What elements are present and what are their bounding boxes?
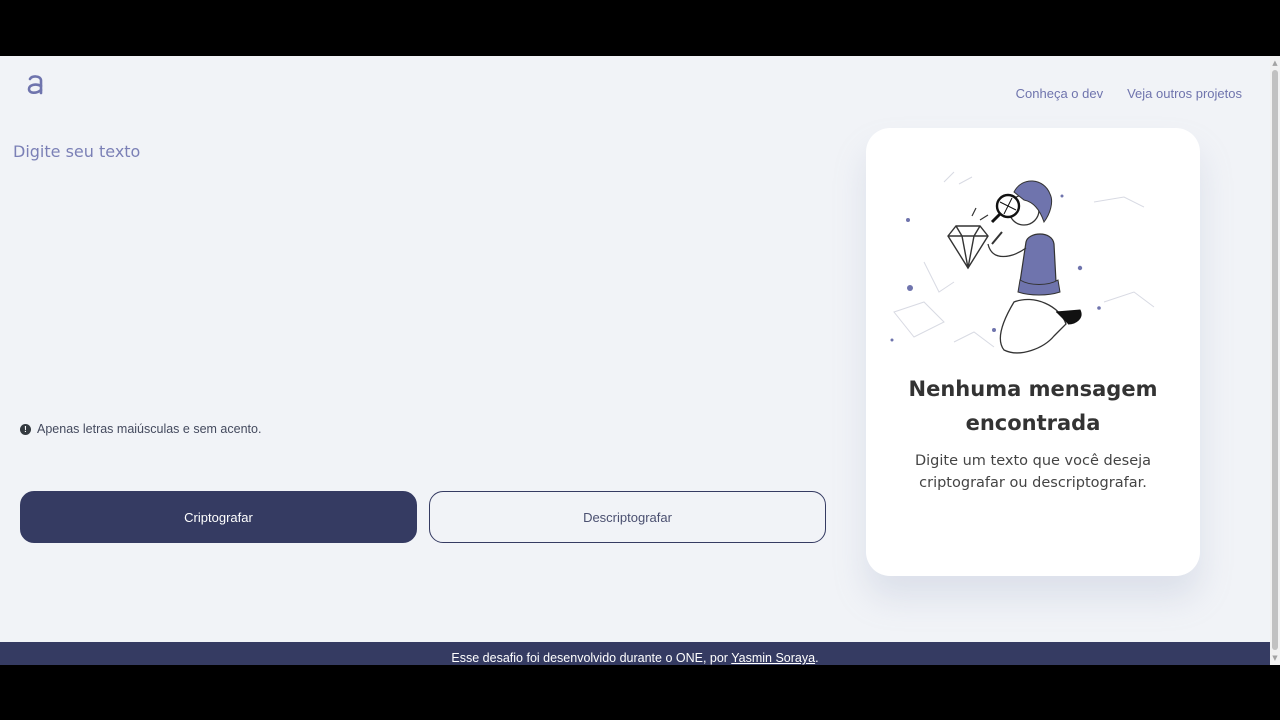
footer-text: Esse desafio foi desenvolvido durante o … — [451, 651, 732, 665]
bottom-letterbox — [0, 665, 1280, 720]
top-letterbox — [0, 0, 1280, 56]
exclamation-circle-icon: ! — [20, 423, 31, 435]
page: Conheça o dev Veja outros projetos ! Ape… — [0, 56, 1270, 665]
footer-author-link[interactable]: Yasmin Soraya — [731, 651, 815, 665]
top-nav: Conheça o dev Veja outros projetos — [1016, 86, 1242, 101]
encrypt-button[interactable]: Criptografar — [20, 491, 417, 543]
footer: Esse desafio foi desenvolvido durante o … — [0, 642, 1270, 665]
alura-logo-icon[interactable] — [26, 74, 46, 96]
decrypt-button[interactable]: Descriptografar — [429, 491, 826, 543]
output-card: Nenhuma mensagem encontrada Digite um te… — [866, 128, 1200, 576]
footer-text-end: . — [815, 651, 819, 665]
input-hint: ! Apenas letras maiúsculas e sem acento. — [20, 422, 261, 436]
scroll-up-icon[interactable]: ▲ — [1270, 58, 1280, 68]
empty-state-description: Digite um texto que você deseja criptogr… — [914, 453, 1152, 491]
hint-text: Apenas letras maiúsculas e sem acento. — [37, 422, 262, 436]
vertical-scrollbar[interactable]: ▲ ▼ — [1270, 56, 1280, 665]
nav-link-dev[interactable]: Conheça o dev — [1016, 86, 1103, 101]
scroll-down-icon[interactable]: ▼ — [1270, 653, 1280, 663]
text-input[interactable] — [13, 142, 833, 402]
person-with-magnifying-glass-illustration — [890, 171, 1155, 354]
scroll-thumb[interactable] — [1272, 70, 1278, 650]
nav-link-projects[interactable]: Veja outros projetos — [1127, 86, 1242, 101]
empty-state-title: Nenhuma mensagem encontrada — [908, 377, 1158, 435]
